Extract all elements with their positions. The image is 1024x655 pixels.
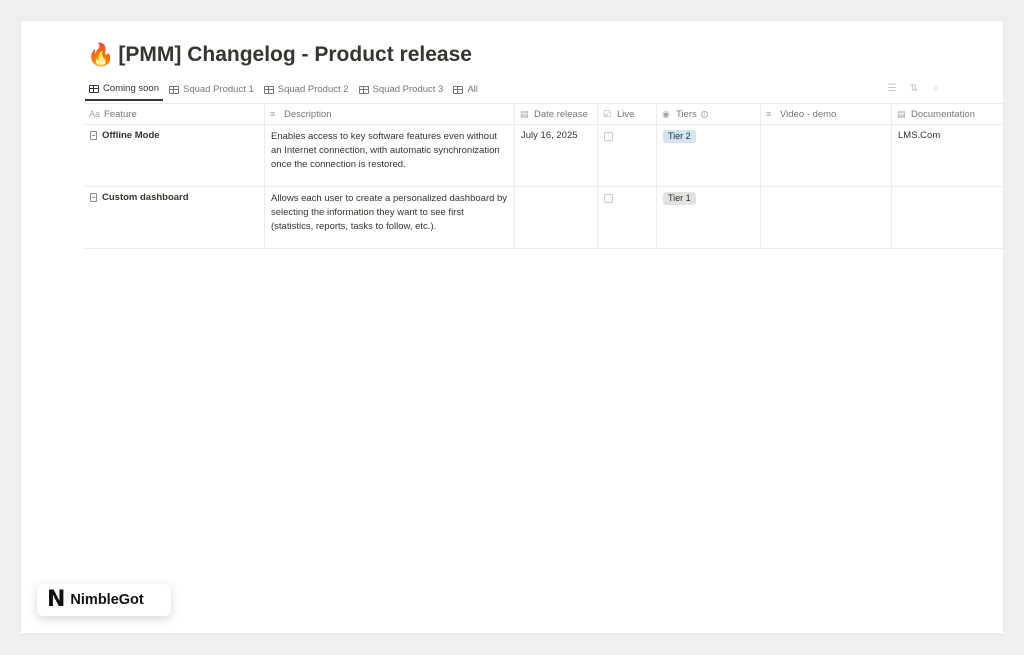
nimblegot-logo-icon: N: [47, 587, 65, 612]
cell-documentation[interactable]: LMS.Com: [892, 125, 1003, 186]
tab-label: Squad Product 2: [277, 84, 349, 95]
text-type-icon: Aa: [89, 109, 101, 119]
documentation-value: LMS.Com: [898, 130, 941, 141]
column-label: Live: [617, 108, 635, 120]
column-header-feature[interactable]: Aa Feature: [84, 104, 265, 124]
description-text: Allows each user to create a personalize…: [271, 193, 508, 232]
calendar-icon: ▤: [520, 108, 529, 119]
view-toolbar: ☰ ⇅ ⌕: [887, 83, 941, 94]
column-header-date-release[interactable]: ▤ Date release: [515, 104, 598, 124]
table-header-row: Aa Feature ≡ Description ▤ Date release …: [84, 104, 1003, 125]
filter-icon[interactable]: ☰: [887, 83, 897, 94]
tab-label: Squad Product 1: [182, 84, 254, 95]
tab-label: Squad Product 3: [372, 84, 444, 95]
feature-name[interactable]: Custom dashboard: [102, 192, 189, 203]
table-icon: [263, 85, 274, 94]
live-checkbox[interactable]: [604, 194, 613, 203]
table-icon: [89, 84, 99, 93]
page-title-text: [PMM] Changelog - Product release: [118, 43, 472, 66]
table-row[interactable]: Custom dashboard Allows each user to cre…: [84, 187, 1003, 249]
column-header-documentation[interactable]: ▤ Documentation: [892, 104, 1003, 124]
live-checkbox[interactable]: [604, 132, 613, 141]
page-title: 🔥 [PMM] Changelog - Product release: [87, 43, 472, 67]
description-text: Enables access to key software features …: [271, 131, 500, 170]
table-icon: [168, 85, 179, 94]
document-icon: ▤: [897, 108, 906, 119]
cell-tiers[interactable]: Tier 2: [657, 125, 761, 186]
column-header-tiers[interactable]: ◉ Tiers i: [657, 104, 761, 124]
column-label: Documentation: [911, 108, 975, 120]
view-tabs: Coming soon Squad Product 1 Squad Produc…: [85, 81, 1003, 103]
column-label: Tiers: [676, 108, 697, 120]
date-value: July 16, 2025: [521, 130, 578, 141]
cell-video-demo[interactable]: [761, 125, 892, 186]
tab-squad-product-1[interactable]: Squad Product 1: [165, 84, 258, 101]
page-icon: [90, 131, 97, 140]
tab-squad-product-3[interactable]: Squad Product 3: [355, 84, 448, 101]
cell-live[interactable]: [598, 187, 657, 248]
lines-icon: ≡: [766, 109, 772, 119]
column-label: Video - demo: [780, 108, 837, 120]
column-header-video-demo[interactable]: ≡ Video - demo: [761, 104, 892, 124]
cell-video-demo[interactable]: [761, 187, 892, 248]
tab-coming-soon[interactable]: Coming soon: [85, 83, 163, 101]
notion-page: 🔥 [PMM] Changelog - Product release Comi…: [21, 21, 1003, 633]
tier-tag: Tier 2: [663, 130, 696, 143]
cell-date-release[interactable]: July 16, 2025: [515, 125, 598, 186]
table-row[interactable]: Offline Mode Enables access to key softw…: [84, 125, 1003, 187]
cell-tiers[interactable]: Tier 1: [657, 187, 761, 248]
tab-label: Coming soon: [103, 83, 159, 94]
tab-label: All: [467, 84, 478, 95]
tab-all[interactable]: All: [449, 84, 482, 101]
column-header-description[interactable]: ≡ Description: [265, 104, 515, 124]
checkbox-icon: ☑: [603, 108, 612, 119]
column-label: Feature: [104, 108, 137, 120]
select-icon: ◉: [662, 108, 670, 119]
tab-squad-product-2[interactable]: Squad Product 2: [260, 84, 353, 101]
table-icon: [358, 85, 369, 94]
database-table: Aa Feature ≡ Description ▤ Date release …: [84, 103, 1003, 249]
column-header-live[interactable]: ☑ Live: [598, 104, 657, 124]
sort-icon[interactable]: ⇅: [909, 83, 919, 94]
cell-description[interactable]: Enables access to key software features …: [265, 125, 515, 186]
info-icon[interactable]: i: [700, 110, 708, 118]
nimblegot-badge: N NimbleGot: [37, 584, 171, 616]
feature-name[interactable]: Offline Mode: [102, 130, 160, 141]
brand-name: NimbleGot: [70, 592, 144, 608]
cell-live[interactable]: [598, 125, 657, 186]
column-label: Description: [284, 108, 332, 120]
lines-icon: ≡: [270, 109, 276, 119]
column-label: Date release: [534, 108, 588, 120]
search-icon[interactable]: ⌕: [931, 83, 941, 94]
cell-description[interactable]: Allows each user to create a personalize…: [265, 187, 515, 248]
fire-emoji-icon: 🔥: [87, 42, 115, 67]
tier-tag: Tier 1: [663, 192, 696, 205]
cell-documentation[interactable]: [892, 187, 1003, 248]
cell-feature[interactable]: Custom dashboard: [84, 187, 265, 248]
page-icon: [90, 193, 97, 202]
table-icon: [453, 85, 464, 94]
cell-feature[interactable]: Offline Mode: [84, 125, 265, 186]
cell-date-release[interactable]: [515, 187, 598, 248]
